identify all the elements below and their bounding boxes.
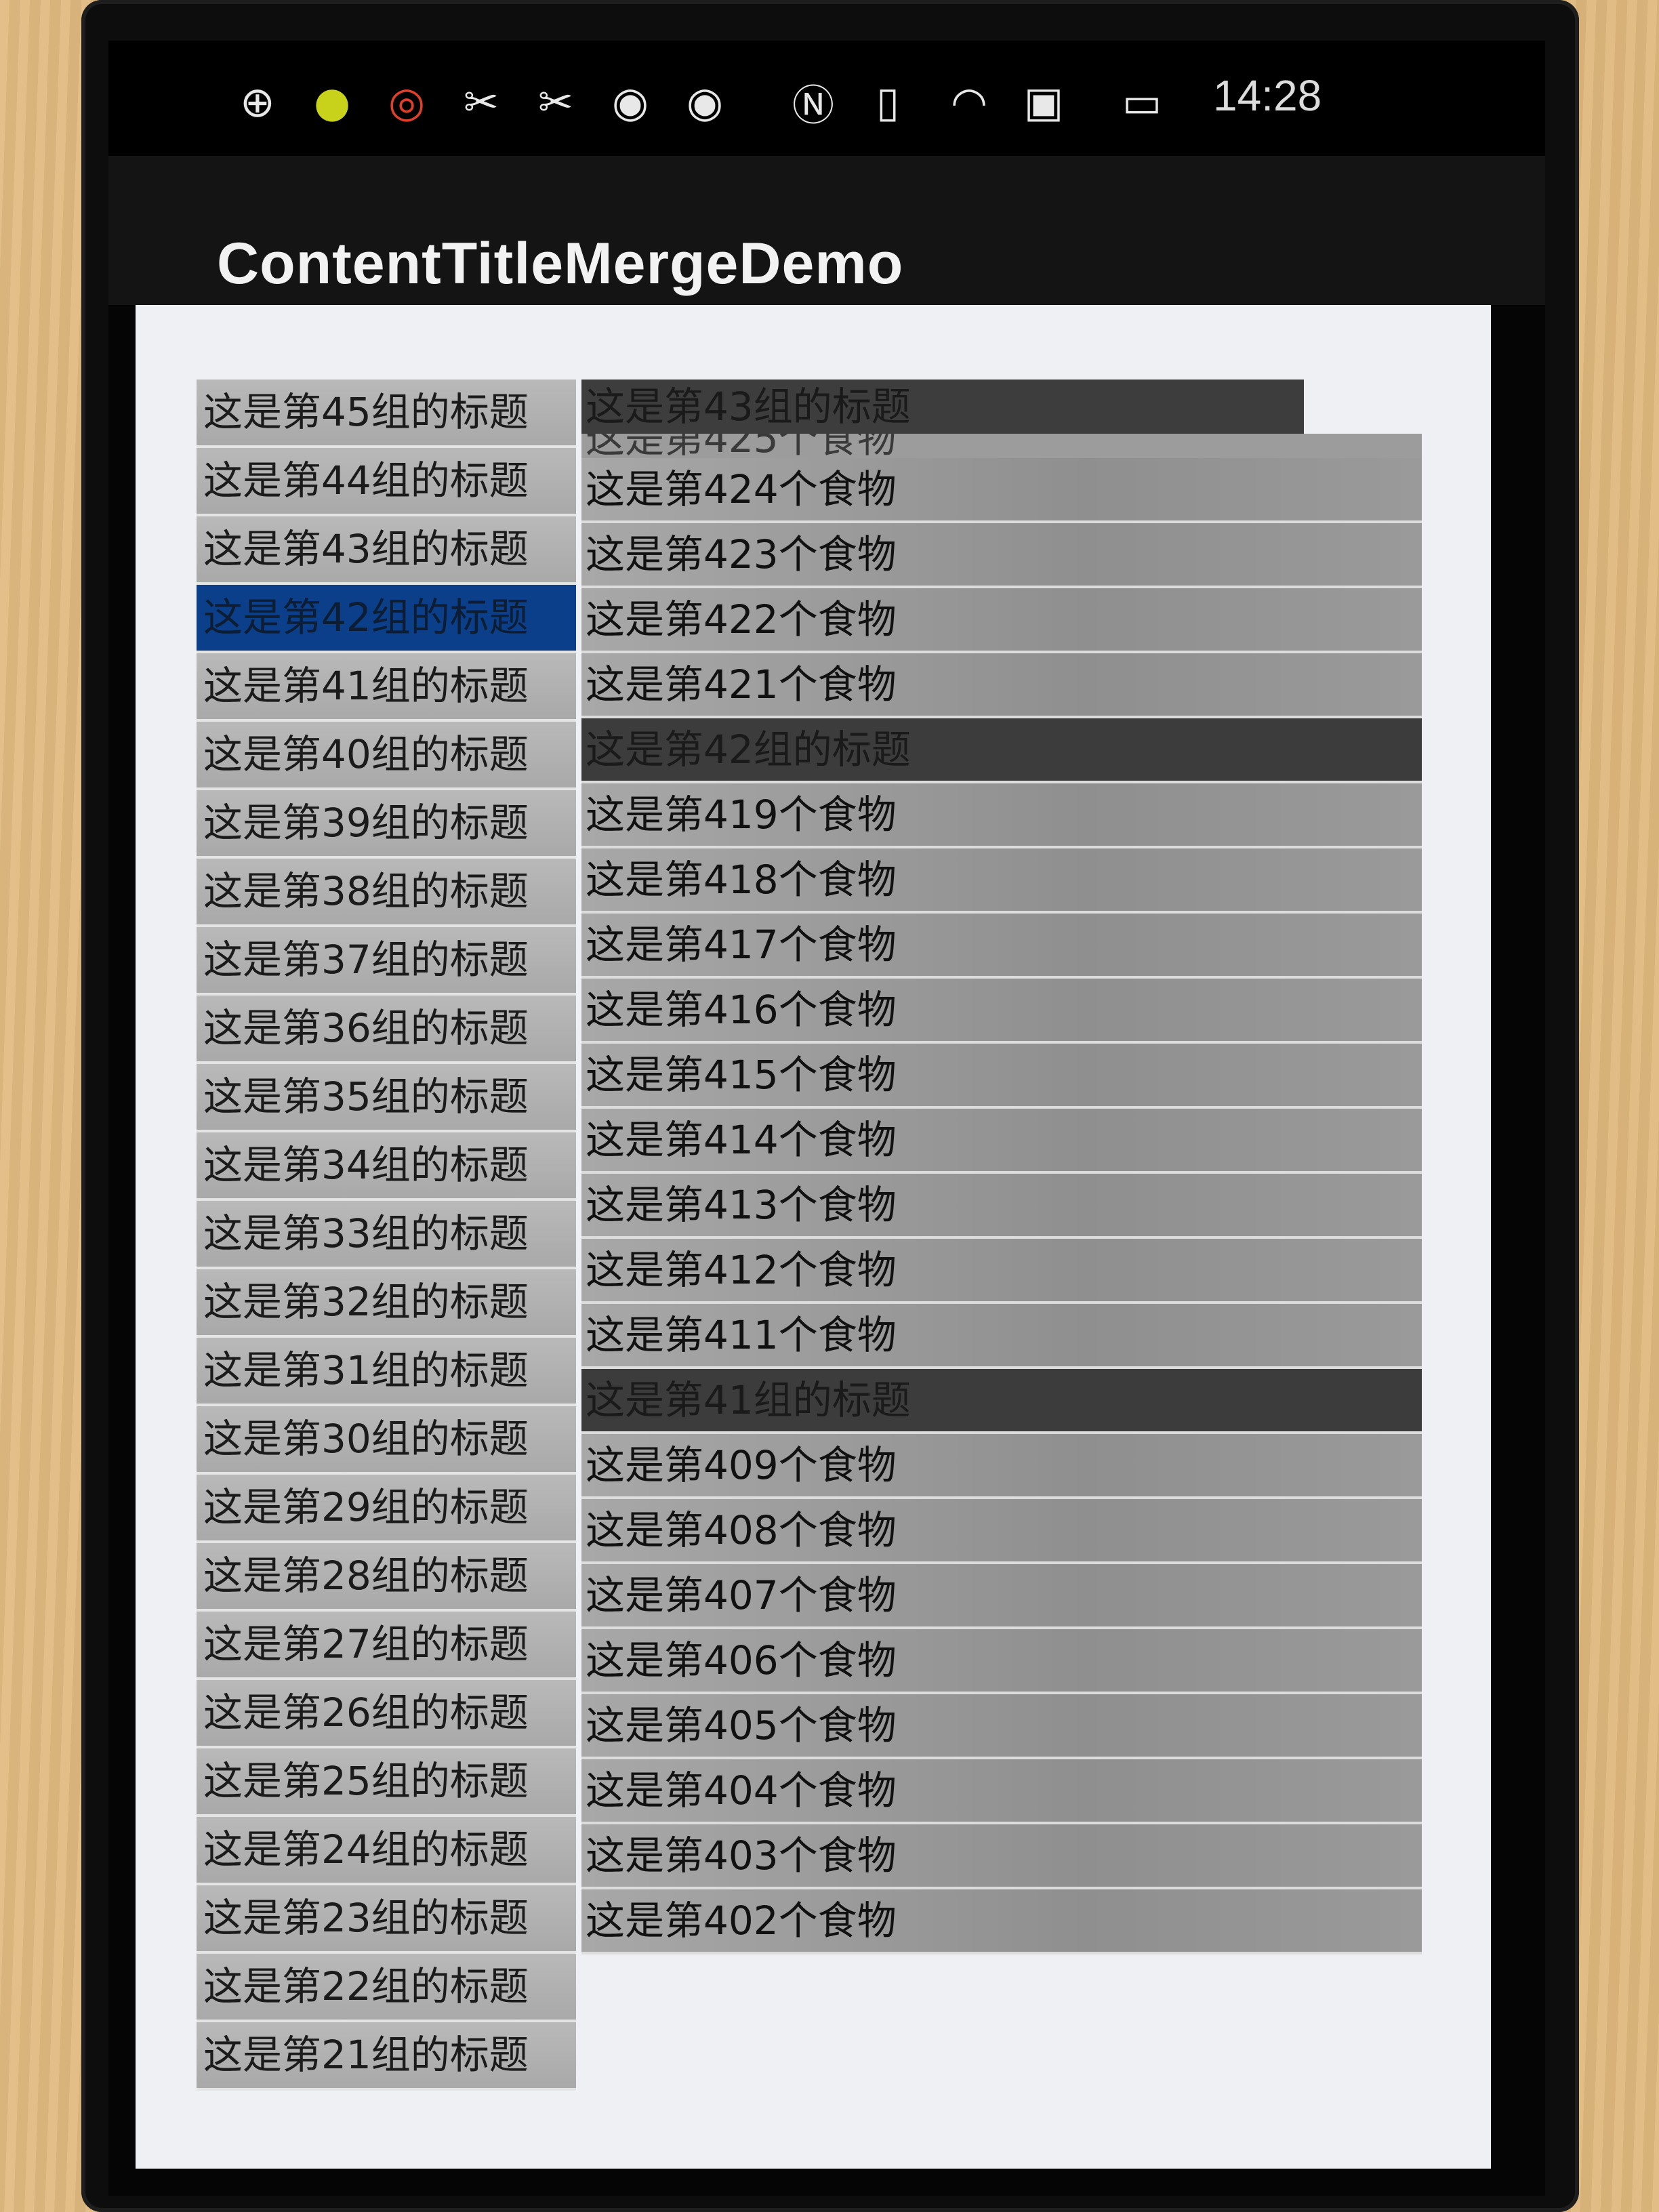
group-title-item[interactable]: 这是第44组的标题	[197, 448, 576, 516]
phone-screen: ⊕ ● ◎ ✂ ✂ ◉ ◉ Ⓝ ▯ ◠ ▣ ▭ 14:28 ContentTit…	[108, 41, 1545, 2196]
group-title-item[interactable]: 这是第30组的标题	[197, 1406, 576, 1475]
group-header-row: 这是第42组的标题	[581, 718, 1422, 783]
food-item-row[interactable]: 这是第415个食物	[581, 1044, 1422, 1109]
phone-device: ⊕ ● ◎ ✂ ✂ ◉ ◉ Ⓝ ▯ ◠ ▣ ▭ 14:28 ContentTit…	[81, 0, 1579, 2212]
action-bar: ContentTitleMergeDemo	[108, 156, 1545, 305]
group-title-item[interactable]: 这是第36组的标题	[197, 996, 576, 1064]
food-item-row[interactable]: 这是第405个食物	[581, 1694, 1422, 1759]
group-title-item[interactable]: 这是第40组的标题	[197, 722, 576, 790]
food-item-row[interactable]: 这是第406个食物	[581, 1629, 1422, 1694]
group-title-item[interactable]: 这是第24组的标题	[197, 1817, 576, 1885]
group-title-item[interactable]: 这是第42组的标题	[197, 585, 576, 653]
group-title-item[interactable]: 这是第35组的标题	[197, 1064, 576, 1132]
partially-hidden-row: 这是第425个食物	[581, 434, 1422, 458]
food-item-row[interactable]: 这是第424个食物	[581, 458, 1422, 523]
group-title-item[interactable]: 这是第38组的标题	[197, 859, 576, 927]
coin-app-icon: ●	[313, 77, 351, 127]
battery-charging-icon: ▭	[1122, 77, 1162, 127]
sdcard-alert-icon: ▣	[1023, 77, 1064, 127]
group-title-item[interactable]: 这是第32组的标题	[197, 1269, 576, 1338]
group-title-item[interactable]: 这是第37组的标题	[197, 927, 576, 996]
wifi-icon: ◠	[950, 77, 988, 127]
food-item-row[interactable]: 这是第419个食物	[581, 783, 1422, 848]
content-area: 这是第45组的标题 这是第44组的标题 这是第43组的标题 这是第42组的标题 这是第4…	[136, 305, 1491, 2169]
group-title-item[interactable]: 这是第26组的标题	[197, 1680, 576, 1748]
food-item-row[interactable]: 这是第409个食物	[581, 1434, 1422, 1499]
page-title: ContentTitleMergeDemo	[217, 231, 904, 296]
group-title-item[interactable]: 这是第39组的标题	[197, 790, 576, 859]
food-item-row[interactable]: 这是第402个食物	[581, 1889, 1422, 1954]
group-title-item[interactable]: 这是第41组的标题	[197, 653, 576, 722]
food-item-row[interactable]: 这是第416个食物	[581, 979, 1422, 1044]
food-item-row[interactable]: 这是第422个食物	[581, 588, 1422, 653]
group-title-item[interactable]: 这是第34组的标题	[197, 1132, 576, 1201]
food-item-row[interactable]: 这是第403个食物	[581, 1824, 1422, 1889]
food-item-row[interactable]: 这是第408个食物	[581, 1499, 1422, 1564]
group-header-row: 这是第41组的标题	[581, 1369, 1422, 1434]
status-bar: ⊕ ● ◎ ✂ ✂ ◉ ◉ Ⓝ ▯ ◠ ▣ ▭ 14:28	[108, 41, 1545, 156]
group-title-item[interactable]: 这是第27组的标题	[197, 1612, 576, 1680]
group-title-item[interactable]: 这是第22组的标题	[197, 1954, 576, 2022]
group-title-item[interactable]: 这是第45组的标题	[197, 380, 576, 448]
group-title-item[interactable]: 这是第25组的标题	[197, 1748, 576, 1817]
weibo-icon: ◉	[611, 77, 649, 127]
color-app-icon: ◎	[388, 77, 426, 127]
food-item-row[interactable]: 这是第412个食物	[581, 1239, 1422, 1304]
group-title-item[interactable]: 这是第21组的标题	[197, 2022, 576, 2091]
food-item-row[interactable]: 这是第418个食物	[581, 848, 1422, 914]
food-item-row[interactable]: 这是第417个食物	[581, 914, 1422, 979]
group-title-item[interactable]: 这是第23组的标题	[197, 1885, 576, 1954]
group-title-item[interactable]: 这是第28组的标题	[197, 1543, 576, 1612]
group-title-list[interactable]: 这是第45组的标题 这是第44组的标题 这是第43组的标题 这是第42组的标题 这是第4…	[197, 380, 576, 2114]
group-title-item[interactable]: 这是第31组的标题	[197, 1338, 576, 1406]
group-title-item[interactable]: 这是第29组的标题	[197, 1475, 576, 1543]
food-list[interactable]: 这是第43组的标题 这是第425个食物 这是第424个食物 这是第423个食物 这是…	[581, 380, 1422, 2114]
clock: 14:28	[1213, 71, 1322, 120]
add-icon: ⊕	[240, 77, 275, 127]
food-item-row[interactable]: 这是第411个食物	[581, 1304, 1422, 1369]
scissors-app-icon: ✂	[538, 77, 573, 127]
food-item-row[interactable]: 这是第423个食物	[581, 523, 1422, 588]
weibo-icon: ◉	[686, 77, 724, 127]
food-item-row[interactable]: 这是第407个食物	[581, 1564, 1422, 1629]
vibrate-icon: ▯	[876, 77, 900, 127]
sticky-group-header: 这是第43组的标题	[581, 380, 1304, 434]
food-item-row[interactable]: 这是第413个食物	[581, 1174, 1422, 1239]
group-title-item[interactable]: 这是第33组的标题	[197, 1201, 576, 1269]
group-title-item[interactable]: 这是第43组的标题	[197, 516, 576, 585]
food-item-row[interactable]: 这是第421个食物	[581, 653, 1422, 718]
food-item-row[interactable]: 这是第404个食物	[581, 1759, 1422, 1824]
food-item-row[interactable]: 这是第414个食物	[581, 1109, 1422, 1174]
scissors-app-icon: ✂	[464, 77, 499, 127]
nfc-icon: Ⓝ	[792, 81, 834, 130]
